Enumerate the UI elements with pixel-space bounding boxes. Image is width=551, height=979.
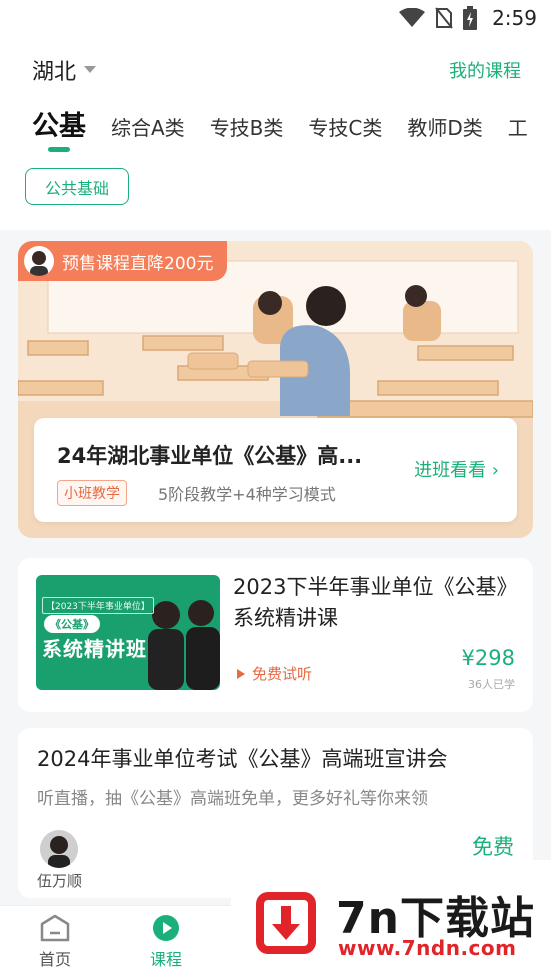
status-bar: 2:59 [0,0,551,36]
banner-course-card[interactable]: 24年湖北事业单位《公基》高... 小班教学 5阶段教学+4种学习模式 进班看看… [34,418,517,522]
wifi-icon [399,8,425,27]
course-card[interactable]: 【2023下半年事业单位】 《公基》 系统精讲班 2023下半年事业单位《公基》… [18,558,533,712]
tab-gongji[interactable]: 公基 [32,104,86,143]
teacher-name: 伍万顺 [37,872,83,890]
banner-course-title: 24年湖北事业单位《公基》高... [57,444,363,468]
thumb-subtitle: 【2023下半年事业单位】 [42,597,154,614]
free-trial-label: 免费试听 [252,665,313,683]
free-trial-button[interactable]: 免费试听 [236,663,312,684]
promo-banner[interactable]: 预售课程直降200元 24年湖北事业单位《公基》高... 小班教学 5阶段教学+… [18,241,533,538]
play-icon [237,668,245,679]
tab-zonghe-a[interactable]: 综合A类 [111,112,185,141]
small-class-tag: 小班教学 [57,480,127,506]
promo-text: 预售课程直降200元 [62,253,214,274]
tab-jiaoshi-d[interactable]: 教师D类 [407,112,482,141]
filter-chip-gonggong-jichu[interactable]: 公共基础 [25,168,129,205]
tab-gong[interactable]: 工 [508,112,528,141]
promo-tag: 预售课程直降200元 [18,241,228,281]
enter-class-button[interactable]: 进班看看 › [414,456,499,482]
tab-home[interactable]: 首页 [15,914,95,970]
tab-course[interactable]: 课程 [126,914,206,970]
teacher-avatar [40,830,78,868]
caret-down-icon [84,66,97,73]
active-tab-indicator [48,147,70,152]
live-course-title: 2024年事业单位考试《公基》高端班宣讲会 [37,747,448,771]
home-icon [40,914,70,942]
tab-home-label: 首页 [38,950,71,969]
course-price: ¥298 [461,646,515,670]
watermark-url: www.7ndn.com [338,936,517,960]
city-label: 湖北 [32,60,77,85]
status-time: 2:59 [492,6,537,30]
thumb-pill: 《公基》 [44,615,100,633]
city-selector[interactable]: 湖北 [32,54,97,86]
teacher-avatar [24,246,54,276]
tab-zhuanji-c[interactable]: 专技C类 [308,112,382,141]
live-course-price: 免费 [472,835,514,859]
site-watermark: 7n下载站 www.7ndn.com [231,860,551,979]
battery-charging-icon [463,6,477,30]
tab-zhuanji-b[interactable]: 专技B类 [210,112,284,141]
live-course-desc: 听直播，抽《公基》高端班免单，更多好礼等你来领 [37,789,428,809]
my-courses-link[interactable]: 我的课程 [449,57,521,83]
banner-course-desc: 5阶段教学+4种学习模式 [158,485,336,504]
download-logo-icon [256,892,316,954]
learner-count: 36人已学 [468,678,515,691]
course-title: 2023下半年事业单位《公基》系统精讲课 [233,575,518,630]
course-thumbnail: 【2023下半年事业单位】 《公基》 系统精讲班 [36,575,220,690]
category-tabs: 公基 综合A类 专技B类 专技C类 教师D类 工 [32,104,551,143]
no-sim-icon [435,7,453,29]
thumb-title: 系统精讲班 [42,637,147,661]
tab-course-label: 课程 [149,950,182,969]
course-play-icon [153,915,179,941]
